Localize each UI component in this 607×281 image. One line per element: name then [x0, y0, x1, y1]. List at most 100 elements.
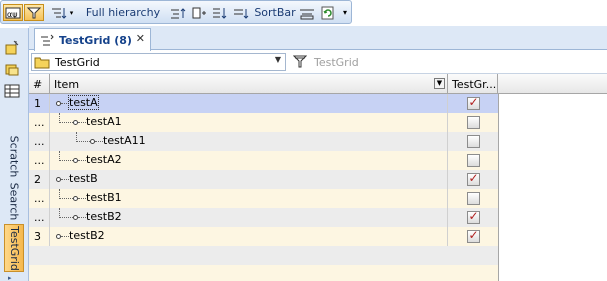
item-label: testA11 — [103, 134, 146, 147]
tab-testgrid-document[interactable]: TestGrid (8) ✕ — [34, 28, 151, 51]
expand-sidebar-icon[interactable]: ▸ — [8, 274, 12, 281]
item-cell[interactable]: testB1 — [50, 189, 448, 208]
filter-icon[interactable] — [292, 55, 308, 72]
grid-document-icon — [41, 34, 54, 45]
grid-panel-button[interactable] — [4, 83, 22, 99]
align-button[interactable] — [298, 4, 316, 21]
item-cell[interactable]: testB2 — [50, 227, 448, 246]
tree-connector — [78, 122, 86, 123]
testgrid-cell: ✓ — [448, 227, 498, 246]
table-row[interactable]: 1 testA ✓ — [29, 94, 498, 113]
item-cell[interactable]: testA11 — [50, 132, 448, 151]
testgrid-cell — [448, 132, 498, 151]
left-sidebar: Scratch Search TestGrid ▸ — [0, 28, 29, 281]
align-icon — [300, 9, 314, 19]
toolbar-overflow-icon[interactable]: ▾ — [340, 4, 350, 21]
checkmark-icon: ✓ — [468, 171, 479, 185]
expand-up-button[interactable] — [169, 4, 187, 21]
tree-connector — [61, 103, 69, 104]
column-header-number[interactable]: # — [29, 74, 50, 94]
item-label: testA — [68, 95, 99, 110]
tree-connector — [78, 217, 86, 218]
table-row[interactable]: 2 testB ✓ — [29, 170, 498, 189]
item-label: testB — [69, 172, 98, 185]
checkbox-checked[interactable]: ✓ — [466, 228, 480, 243]
item-cell[interactable]: testA — [50, 94, 448, 113]
tree-connector — [78, 160, 86, 161]
tab-testgrid[interactable]: TestGrid — [4, 224, 24, 272]
tree-connector — [61, 179, 69, 180]
item-cell[interactable]: testB — [50, 170, 448, 189]
sort-down-icon — [213, 7, 227, 19]
sortbar-icon — [234, 8, 249, 19]
row-number: 3 — [29, 227, 50, 246]
tab-scratch[interactable]: Scratch — [4, 135, 24, 177]
hierarchy-sort-button[interactable]: ▾ — [47, 4, 77, 21]
testgrid-cell: ✓ — [448, 208, 498, 227]
new-item-icon — [5, 40, 19, 55]
row-number: ... — [29, 132, 50, 151]
filter-input[interactable]: TestGrid — [314, 56, 359, 69]
table-row[interactable]: ... testA2 — [29, 151, 498, 170]
new-item-button[interactable] — [4, 40, 22, 56]
table-row[interactable]: 3 testB2 ✓ — [29, 227, 498, 246]
checkmark-icon: ✓ — [468, 209, 479, 223]
grid-selector-combo[interactable]: TestGrid ▼ — [31, 53, 286, 71]
checkbox-unchecked[interactable] — [466, 192, 480, 205]
tree-branch-line — [76, 141, 90, 142]
checkbox-unchecked[interactable] — [466, 116, 480, 129]
refresh-button[interactable] — [319, 4, 337, 21]
row-number: ... — [29, 208, 50, 227]
open-item-icon — [5, 64, 19, 76]
column-header-testgrid[interactable]: TestGr... — [448, 74, 498, 94]
refresh-icon — [321, 6, 334, 19]
row-number: 1 — [29, 94, 50, 113]
checkbox-checked[interactable]: ✓ — [466, 209, 480, 224]
view-toggle-button[interactable]: αψ — [3, 4, 23, 21]
item-cell[interactable]: testB2 — [50, 208, 448, 227]
document-tabbar: TestGrid (8) ✕ — [29, 26, 607, 51]
tree-grid: # Item ▼ TestGr... 1 testA ✓... testA1... te… — [29, 74, 607, 281]
checkbox-unchecked[interactable] — [466, 135, 480, 148]
folder-icon — [34, 57, 50, 69]
combo-value: TestGrid — [55, 55, 100, 69]
filter-toggle-button[interactable] — [24, 4, 44, 21]
checkmark-icon: ✓ — [468, 228, 479, 242]
sort-descending-button[interactable] — [211, 4, 229, 21]
testgrid-cell: ✓ — [448, 94, 498, 113]
column-header-item-label: Item — [54, 77, 80, 91]
tree-branch-line — [59, 122, 73, 123]
tab-search[interactable]: Search — [4, 180, 24, 222]
checkbox-checked[interactable]: ✓ — [466, 171, 480, 186]
tree-connector — [78, 198, 86, 199]
row-number: ... — [29, 189, 50, 208]
testgrid-cell — [448, 189, 498, 208]
tree-branch-line — [59, 217, 73, 218]
selector-row: TestGrid ▼ TestGrid — [29, 51, 607, 74]
item-cell[interactable]: testA2 — [50, 151, 448, 170]
checkbox-checked[interactable]: ✓ — [466, 95, 480, 110]
table-row[interactable]: ... testB2 ✓ — [29, 208, 498, 227]
tab-title: TestGrid (8) — [59, 33, 132, 47]
checkbox-unchecked[interactable] — [466, 154, 480, 167]
item-label: testB1 — [86, 191, 122, 204]
item-cell[interactable]: testA1 — [50, 113, 448, 132]
item-label: testB2 — [69, 229, 105, 242]
table-row[interactable]: ... testA11 — [29, 132, 498, 151]
row-number: ... — [29, 151, 50, 170]
tree-connector — [95, 141, 103, 142]
column-dropdown-icon[interactable]: ▼ — [434, 78, 445, 89]
sortbar-icon-button[interactable] — [232, 4, 250, 21]
sortbar-button[interactable]: SortBar — [252, 4, 298, 21]
tree-branch-line — [59, 198, 73, 199]
close-icon[interactable]: ✕ — [136, 32, 145, 45]
full-hierarchy-button[interactable]: Full hierarchy — [81, 4, 165, 21]
empty-pane — [498, 94, 607, 281]
column-header-item[interactable]: Item ▼ — [50, 74, 448, 94]
table-row[interactable]: ... testA1 — [29, 113, 498, 132]
chevron-down-icon[interactable]: ▼ — [275, 55, 281, 64]
add-child-button[interactable] — [190, 4, 208, 21]
table-row[interactable]: ... testB1 — [29, 189, 498, 208]
open-item-button[interactable] — [4, 61, 22, 77]
filter-icon — [26, 7, 42, 18]
